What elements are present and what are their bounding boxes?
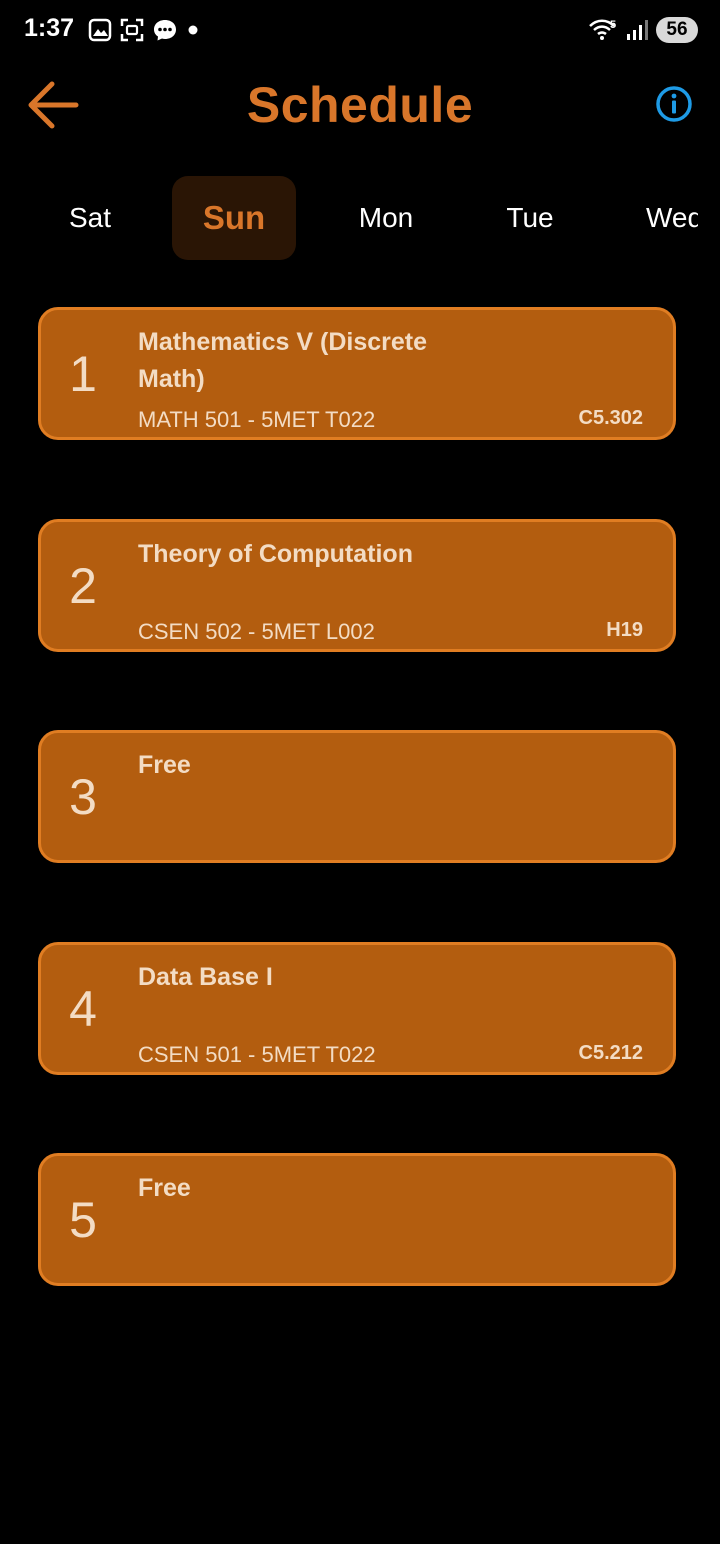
period-card-2[interactable]: 2 Theory of Computation CSEN 502 - 5MET … — [38, 519, 676, 652]
course-name: Free — [138, 751, 191, 779]
period-number: 3 — [69, 768, 97, 825]
course-code: MATH 501 - 5MET T022 — [138, 407, 376, 432]
period-card-5[interactable]: 5 Free — [38, 1153, 676, 1286]
period-card-1[interactable]: 1 Mathematics V (Discrete Math) MATH 501… — [38, 307, 676, 440]
course-name: Mathematics V (Discrete Math) — [138, 328, 428, 393]
room-label: C5.302 — [578, 407, 644, 429]
battery-indicator: 56 — [656, 17, 698, 43]
status-bar: 1:37 5 56 — [0, 0, 720, 62]
page-title: Schedule — [246, 77, 474, 133]
course-name: Free — [138, 1174, 191, 1202]
course-name: Theory of Computation — [138, 540, 413, 568]
app-header: Schedule — [0, 62, 720, 150]
room-label: H19 — [606, 619, 643, 641]
course-code: CSEN 501 - 5MET T022 — [138, 1042, 376, 1067]
wifi-badge: 5 — [610, 19, 616, 31]
period-card-4[interactable]: 4 Data Base I CSEN 501 - 5MET T022 C5.21… — [38, 942, 676, 1075]
period-number: 2 — [69, 557, 97, 614]
tab-sun[interactable]: Sun — [172, 176, 296, 260]
status-time: 1:37 — [24, 14, 75, 42]
room-label: C5.212 — [578, 1042, 644, 1064]
notification-dot-icon — [188, 25, 198, 35]
course-code: CSEN 502 - 5MET L002 — [138, 619, 375, 644]
wifi-icon: 5 — [589, 19, 616, 40]
battery-level: 56 — [666, 19, 688, 40]
scan-icon — [120, 18, 144, 42]
tab-wed-label: Wed — [646, 202, 698, 233]
messenger-icon — [154, 20, 176, 41]
period-number: 5 — [69, 1191, 97, 1248]
tab-wed[interactable]: Wed — [612, 176, 720, 260]
period-number: 4 — [69, 980, 97, 1037]
system-icons: 5 56 — [588, 16, 698, 44]
tab-sat[interactable]: Sat — [28, 176, 152, 260]
notification-icons — [88, 18, 200, 42]
period-card-3[interactable]: 3 Free — [38, 730, 676, 863]
tab-mon[interactable]: Mon — [324, 176, 448, 260]
signal-icon — [627, 20, 648, 40]
period-number: 1 — [69, 345, 97, 402]
info-icon — [656, 86, 692, 122]
day-tabs: Sat Sun Mon Tue Wed — [0, 176, 720, 264]
tab-tue[interactable]: Tue — [468, 176, 592, 260]
info-button[interactable] — [654, 84, 694, 124]
course-name: Data Base I — [138, 963, 273, 991]
gallery-icon — [88, 18, 112, 42]
